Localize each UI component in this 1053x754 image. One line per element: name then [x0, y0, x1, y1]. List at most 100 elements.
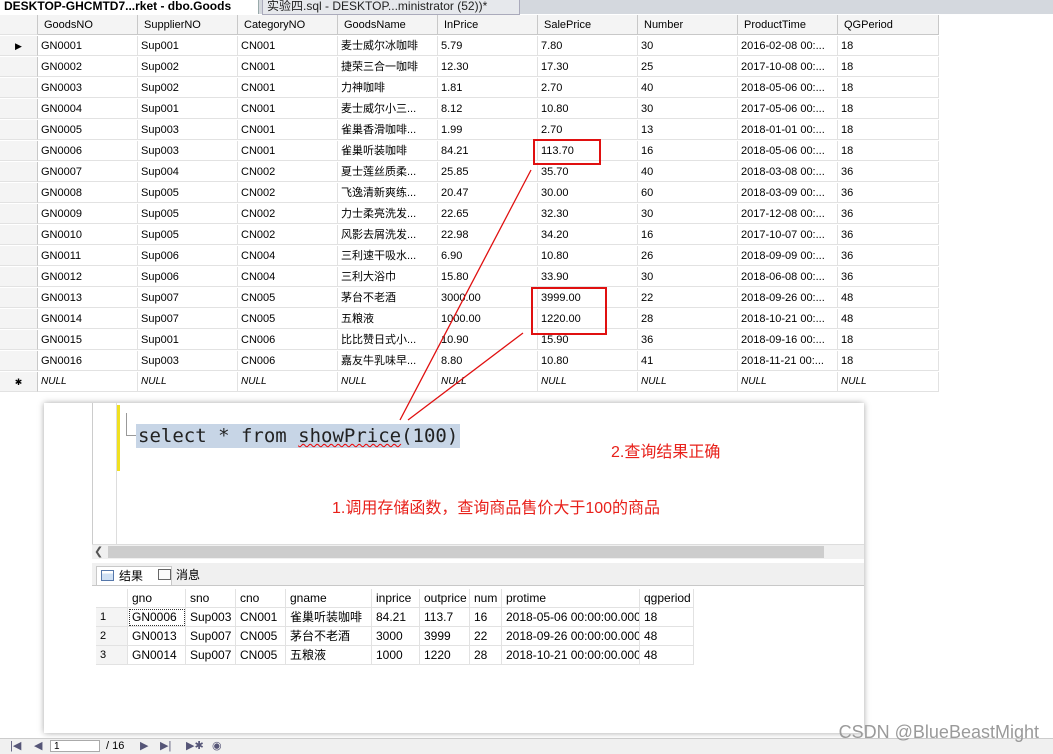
results-cell[interactable]: CN001 — [236, 608, 286, 627]
table-cell[interactable]: 18 — [838, 141, 939, 161]
table-cell[interactable]: 40 — [638, 162, 738, 182]
column-header-qgperiod[interactable]: QGPeriod — [838, 15, 939, 35]
results-cell[interactable]: 28 — [470, 646, 502, 665]
results-cell[interactable]: 48 — [640, 646, 694, 665]
stop-icon[interactable]: ◉ — [212, 739, 222, 754]
new-record-icon[interactable]: ▶✱ — [186, 739, 204, 754]
results-cell[interactable]: GN0014 — [128, 646, 186, 665]
table-cell[interactable]: Sup001 — [138, 330, 238, 350]
table-cell[interactable]: 1000.00 — [438, 309, 538, 329]
table-cell[interactable]: CN002 — [238, 183, 338, 203]
results-cell[interactable]: 3000 — [372, 627, 420, 646]
table-cell[interactable]: GN0003 — [38, 78, 138, 98]
row-selector[interactable] — [0, 204, 38, 224]
tab-goods-table[interactable]: DESKTOP-GHCMTD7...rket - dbo.Goods — [0, 0, 259, 14]
null-cell[interactable]: NULL — [538, 372, 638, 392]
table-cell[interactable]: 麦士威尔小三... — [338, 99, 438, 119]
table-cell[interactable]: 2018-03-09 00:... — [738, 183, 838, 203]
null-cell[interactable]: NULL — [438, 372, 538, 392]
column-header-inprice[interactable]: InPrice — [438, 15, 538, 35]
table-cell[interactable]: CN001 — [238, 99, 338, 119]
table-cell[interactable]: 60 — [638, 183, 738, 203]
table-cell[interactable]: 2016-02-08 00:... — [738, 36, 838, 56]
table-cell[interactable]: 2018-01-01 00:... — [738, 120, 838, 140]
table-cell[interactable]: 2018-10-21 00:... — [738, 309, 838, 329]
table-cell[interactable]: 34.20 — [538, 225, 638, 245]
results-cell[interactable]: Sup007 — [186, 627, 236, 646]
table-cell[interactable]: 8.12 — [438, 99, 538, 119]
results-cell[interactable]: 48 — [640, 627, 694, 646]
row-selector[interactable] — [0, 99, 38, 119]
results-column-header-protime[interactable]: protime — [502, 589, 640, 608]
results-cell[interactable]: CN005 — [236, 627, 286, 646]
table-cell[interactable]: Sup007 — [138, 309, 238, 329]
results-cell[interactable]: 2018-10-21 00:00:00.000 — [502, 646, 640, 665]
null-cell[interactable]: NULL — [38, 372, 138, 392]
table-cell[interactable]: 30 — [638, 36, 738, 56]
row-selector[interactable] — [0, 162, 38, 182]
table-cell[interactable]: GN0014 — [38, 309, 138, 329]
results-cell[interactable]: 1000 — [372, 646, 420, 665]
table-cell[interactable]: 36 — [838, 246, 939, 266]
table-cell[interactable]: 雀巢香滑咖啡... — [338, 120, 438, 140]
table-cell[interactable]: GN0011 — [38, 246, 138, 266]
table-cell[interactable]: 三利速干吸水... — [338, 246, 438, 266]
null-cell[interactable]: NULL — [338, 372, 438, 392]
tab-sql-query[interactable]: 实验四.sql - DESKTOP...ministrator (52))* — [262, 0, 520, 15]
table-cell[interactable]: 麦士威尔冰咖啡 — [338, 36, 438, 56]
table-cell[interactable]: CN001 — [238, 120, 338, 140]
results-cell[interactable]: 1220 — [420, 646, 470, 665]
table-cell[interactable]: 26 — [638, 246, 738, 266]
table-cell[interactable]: CN002 — [238, 162, 338, 182]
null-cell[interactable]: NULL — [838, 372, 939, 392]
table-cell[interactable]: 2018-09-09 00:... — [738, 246, 838, 266]
table-cell[interactable]: 10.80 — [538, 246, 638, 266]
table-cell[interactable]: 18 — [838, 99, 939, 119]
results-cell[interactable]: 18 — [640, 608, 694, 627]
column-header-number[interactable]: Number — [638, 15, 738, 35]
editor-horizontal-scrollbar[interactable]: ❮ — [92, 544, 864, 559]
row-selector[interactable]: ▶ — [0, 36, 38, 56]
table-cell[interactable]: GN0005 — [38, 120, 138, 140]
table-cell[interactable]: 30 — [638, 204, 738, 224]
column-header-categoryno[interactable]: CategoryNO — [238, 15, 338, 35]
column-header-goodsno[interactable]: GoodsNO — [38, 15, 138, 35]
table-cell[interactable]: CN001 — [238, 36, 338, 56]
results-cell[interactable]: 五粮液 — [286, 646, 372, 665]
table-cell[interactable]: 2017-10-08 00:... — [738, 57, 838, 77]
table-cell[interactable]: 茅台不老酒 — [338, 288, 438, 308]
table-cell[interactable]: 30.00 — [538, 183, 638, 203]
table-cell[interactable]: 40 — [638, 78, 738, 98]
row-selector[interactable] — [0, 78, 38, 98]
row-selector[interactable] — [0, 225, 38, 245]
table-cell[interactable]: 10.90 — [438, 330, 538, 350]
table-cell[interactable]: 12.30 — [438, 57, 538, 77]
table-cell[interactable]: GN0010 — [38, 225, 138, 245]
results-cell[interactable]: 茅台不老酒 — [286, 627, 372, 646]
table-cell[interactable]: 48 — [838, 309, 939, 329]
results-cell[interactable]: 22 — [470, 627, 502, 646]
results-cell[interactable]: 16 — [470, 608, 502, 627]
row-selector[interactable] — [0, 57, 38, 77]
table-cell[interactable]: 2018-06-08 00:... — [738, 267, 838, 287]
table-cell[interactable]: 41 — [638, 351, 738, 371]
column-header-goodsname[interactable]: GoodsName — [338, 15, 438, 35]
column-header-saleprice[interactable]: SalePrice — [538, 15, 638, 35]
table-cell[interactable]: GN0001 — [38, 36, 138, 56]
row-selector[interactable] — [0, 351, 38, 371]
table-cell[interactable]: 36 — [638, 330, 738, 350]
table-cell[interactable]: 18 — [838, 57, 939, 77]
table-cell[interactable]: 2018-05-06 00:... — [738, 141, 838, 161]
results-column-header-num[interactable]: num — [470, 589, 502, 608]
row-selector[interactable] — [0, 183, 38, 203]
table-cell[interactable]: 25.85 — [438, 162, 538, 182]
table-cell[interactable]: 30 — [638, 99, 738, 119]
table-cell[interactable]: GN0008 — [38, 183, 138, 203]
results-cell[interactable]: Sup007 — [186, 646, 236, 665]
table-cell[interactable]: 32.30 — [538, 204, 638, 224]
table-cell[interactable]: 2018-09-26 00:... — [738, 288, 838, 308]
table-cell[interactable]: Sup007 — [138, 288, 238, 308]
row-selector[interactable] — [0, 330, 38, 350]
table-cell[interactable]: 1.81 — [438, 78, 538, 98]
results-column-header-cno[interactable]: cno — [236, 589, 286, 608]
